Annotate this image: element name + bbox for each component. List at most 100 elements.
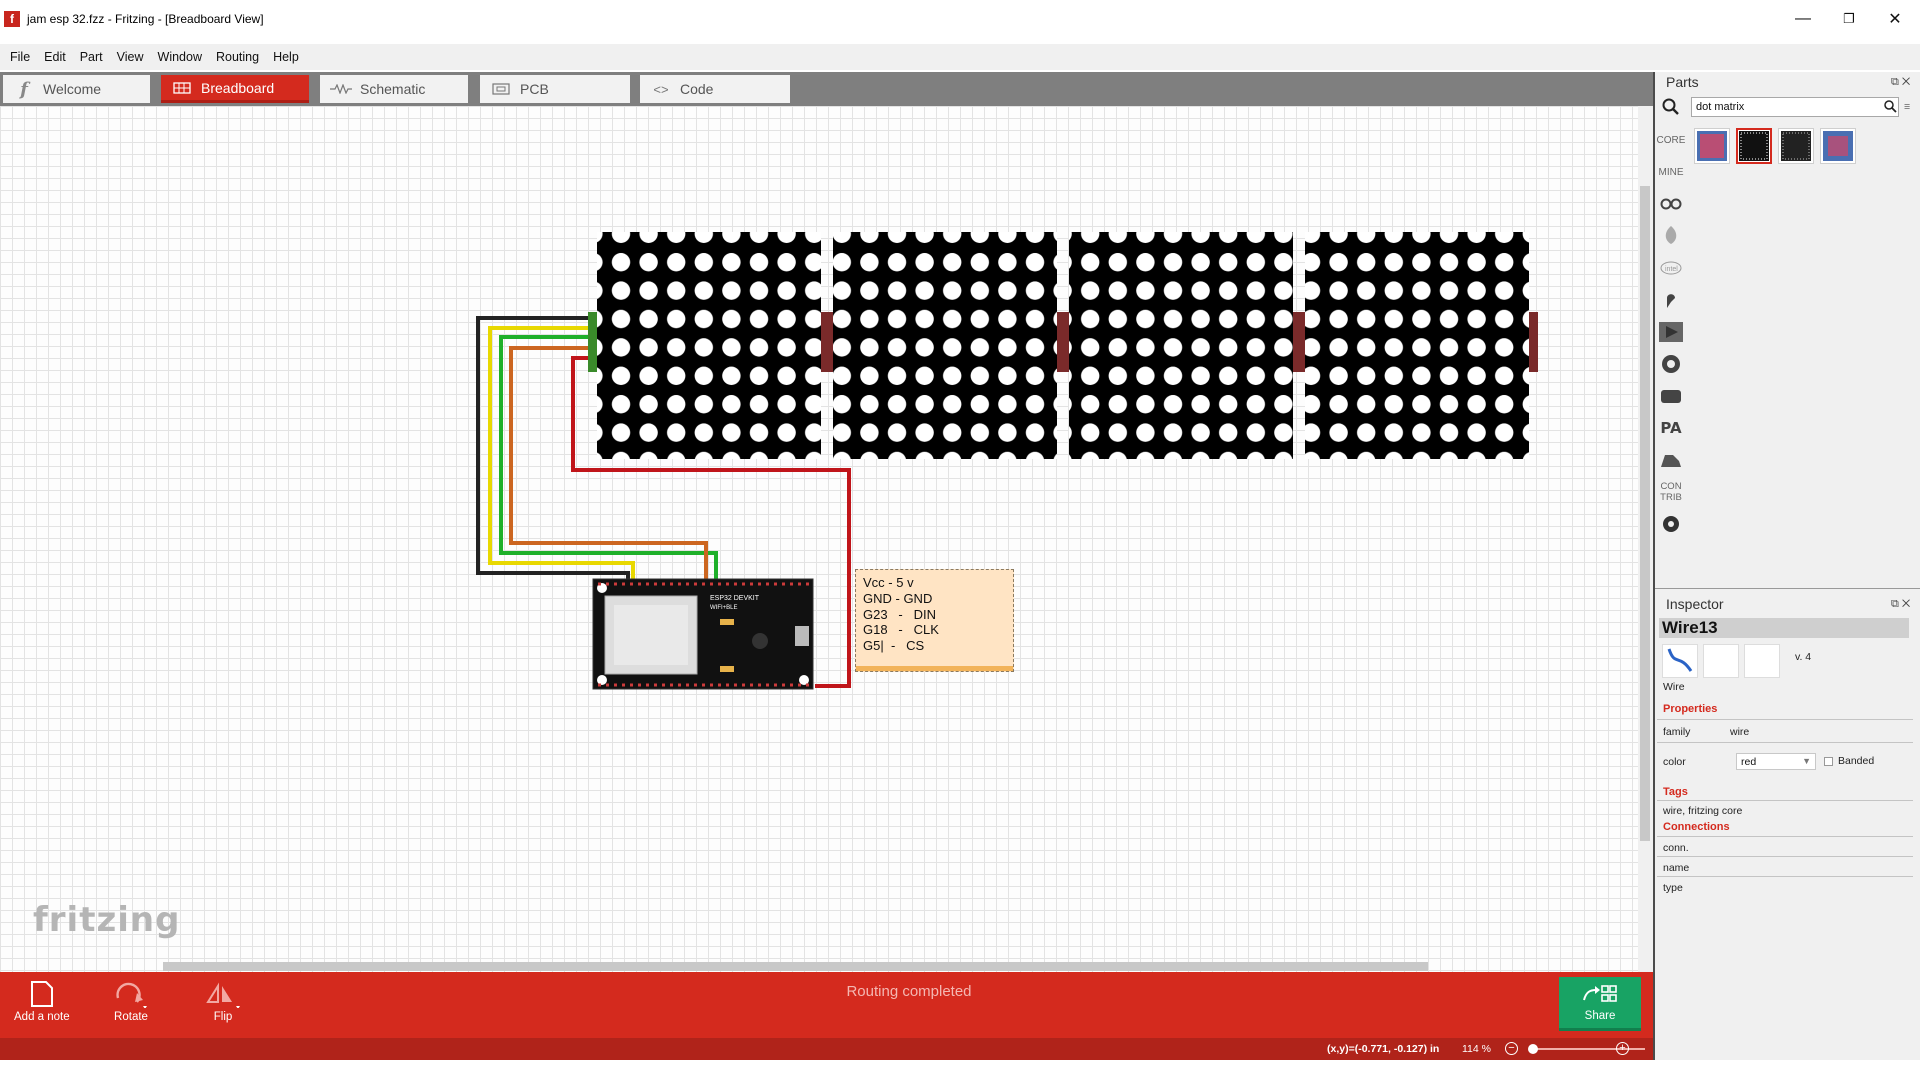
search-options-icon[interactable]: ≡ bbox=[1904, 101, 1910, 113]
chevron-down-icon: ▼ bbox=[1802, 756, 1811, 766]
fritzing-watermark: fritzing bbox=[33, 900, 181, 940]
arduino-icon[interactable] bbox=[1656, 188, 1686, 220]
search-icon[interactable] bbox=[1662, 98, 1680, 121]
zoom-out-button[interactable]: − bbox=[1505, 1042, 1518, 1055]
connections-header: Connections bbox=[1663, 821, 1730, 833]
esp32-label-line1: ESP32 DEVKIT bbox=[710, 595, 760, 602]
menu-file[interactable]: File bbox=[10, 50, 30, 64]
share-button[interactable]: Share bbox=[1559, 977, 1641, 1031]
adafruit-icon[interactable] bbox=[1656, 348, 1686, 380]
tab-welcome[interactable]: f Welcome bbox=[3, 75, 150, 103]
flip-label: Flip bbox=[213, 1011, 233, 1023]
sparkfun-icon[interactable] bbox=[1656, 284, 1686, 316]
vertical-scroll-thumb[interactable] bbox=[1640, 186, 1650, 841]
code-icon: <> bbox=[653, 81, 669, 97]
parts-results bbox=[1694, 128, 1856, 164]
bin-core[interactable]: CORE bbox=[1656, 124, 1686, 156]
wire-breadboard-image bbox=[1662, 644, 1698, 678]
bin-pa[interactable]: PA bbox=[1656, 412, 1686, 444]
menu-window[interactable]: Window bbox=[158, 50, 202, 64]
snootlab-icon[interactable] bbox=[1656, 316, 1686, 348]
name-label: name bbox=[1663, 862, 1690, 874]
esp32-label-line2: WIFI+BLE bbox=[710, 605, 738, 611]
connections-divider bbox=[1657, 836, 1913, 837]
status-bar: (x,y)=(-0.771, -0.127) in 114 % − + bbox=[0, 1038, 1653, 1060]
dot-matrix-module-2[interactable] bbox=[833, 232, 1057, 459]
wire-pcb-image bbox=[1744, 644, 1780, 678]
zoom-slider-handle[interactable] bbox=[1528, 1044, 1538, 1054]
family-value: wire bbox=[1730, 726, 1750, 738]
bin-mine[interactable]: MINE bbox=[1656, 156, 1686, 188]
note-footer bbox=[856, 666, 1013, 671]
inspector-title: Inspector bbox=[1666, 596, 1724, 612]
color-label: color bbox=[1663, 756, 1686, 768]
banded-label: Banded bbox=[1838, 755, 1875, 767]
tab-label: Breadboard bbox=[201, 79, 275, 96]
conn-label: conn. bbox=[1663, 842, 1689, 854]
routing-status: Routing completed bbox=[846, 983, 972, 1000]
dfrobot-icon[interactable] bbox=[1656, 444, 1686, 476]
dot-matrix-white-icon[interactable] bbox=[1736, 128, 1772, 164]
tab-code[interactable]: <> Code bbox=[640, 75, 790, 103]
properties-divider bbox=[1657, 719, 1913, 720]
menu-help[interactable]: Help bbox=[273, 50, 299, 64]
tab-breadboard[interactable]: Breadboard bbox=[161, 75, 309, 103]
pcb-icon bbox=[490, 83, 512, 95]
tab-schematic[interactable]: Schematic bbox=[320, 75, 468, 103]
properties-header: Properties bbox=[1663, 703, 1718, 715]
resistor-icon bbox=[330, 84, 352, 94]
tab-pcb[interactable]: PCB bbox=[480, 75, 630, 103]
close-button[interactable]: ✕ bbox=[1872, 0, 1918, 38]
rotate-label: Rotate bbox=[114, 1011, 148, 1023]
parts-search-input[interactable]: dot matrix bbox=[1691, 97, 1899, 117]
lilypad-icon[interactable] bbox=[1656, 380, 1686, 412]
bin-contrib[interactable]: CON TRIB bbox=[1656, 476, 1686, 508]
intel-icon[interactable]: intel bbox=[1656, 252, 1686, 284]
search-submit-icon[interactable] bbox=[1884, 100, 1897, 118]
bottom-strip bbox=[0, 1060, 1920, 1080]
inspector-part-name[interactable]: Wire13 bbox=[1659, 618, 1909, 638]
minimize-button[interactable]: — bbox=[1780, 0, 1826, 38]
tags-header: Tags bbox=[1663, 786, 1688, 798]
dot-matrix-module-4[interactable] bbox=[1305, 232, 1529, 459]
add-note-label: Add a note bbox=[14, 1011, 70, 1023]
dot-matrix-mixed-icon[interactable] bbox=[1820, 128, 1856, 164]
dot-matrix-module-1[interactable] bbox=[597, 232, 821, 459]
note-icon bbox=[30, 977, 54, 1011]
esp32-devkit-board[interactable]: ESP32 DEVKIT WIFI+BLE bbox=[592, 578, 814, 690]
canvas-vertical-scrollbar[interactable] bbox=[1638, 106, 1653, 972]
fritzing-logo-icon: f bbox=[4, 11, 20, 27]
parts-panel-title: Parts bbox=[1666, 74, 1699, 90]
dot-matrix-black-icon[interactable] bbox=[1778, 128, 1814, 164]
add-note-button[interactable]: Add a note bbox=[14, 977, 70, 1023]
inspector-float-close-icon[interactable]: ⧉ ✕ bbox=[1891, 598, 1910, 611]
window-title: jam esp 32.fzz - Fritzing - [Breadboard … bbox=[27, 12, 264, 26]
canvas-note[interactable]: Vcc - 5 v GND - GND G23 - DIN G18 - CLK … bbox=[855, 569, 1014, 672]
dot-matrix-module-3[interactable] bbox=[1069, 232, 1293, 459]
canvas-horizontal-scroll-thumb[interactable] bbox=[163, 962, 1428, 971]
dot-matrix-red-icon[interactable] bbox=[1694, 128, 1730, 164]
svg-text:intel: intel bbox=[1665, 266, 1678, 273]
zoom-in-button[interactable]: + bbox=[1616, 1042, 1629, 1055]
note-text[interactable]: Vcc - 5 v GND - GND G23 - DIN G18 - CLK … bbox=[856, 570, 1013, 654]
part-version: v. 4 bbox=[1795, 651, 1812, 663]
menu-routing[interactable]: Routing bbox=[216, 50, 259, 64]
menu-edit[interactable]: Edit bbox=[44, 50, 66, 64]
fritzing-f-icon: f bbox=[20, 78, 28, 100]
menu-part[interactable]: Part bbox=[80, 50, 103, 64]
flip-button[interactable]: Flip bbox=[205, 977, 241, 1023]
breadboard-icon bbox=[171, 81, 193, 94]
seeed-icon[interactable] bbox=[1656, 220, 1686, 252]
breadboard-canvas[interactable]: ESP32 DEVKIT WIFI+BLE fritzing bbox=[0, 106, 1638, 972]
maximize-button[interactable]: ❐ bbox=[1826, 0, 1872, 38]
parts-panel-float-close-icon[interactable]: ⧉ ✕ bbox=[1891, 76, 1910, 89]
family-divider bbox=[1657, 742, 1913, 743]
part-caption: Wire bbox=[1663, 681, 1685, 693]
banded-checkbox[interactable] bbox=[1824, 757, 1833, 766]
menu-view[interactable]: View bbox=[117, 50, 144, 64]
gear-icon[interactable] bbox=[1656, 508, 1686, 540]
rotate-button[interactable]: Rotate bbox=[113, 977, 149, 1023]
color-select[interactable]: red ▼ bbox=[1736, 753, 1816, 770]
family-label: family bbox=[1663, 726, 1691, 738]
breadboard-drawing: ESP32 DEVKIT WIFI+BLE bbox=[476, 232, 1538, 690]
